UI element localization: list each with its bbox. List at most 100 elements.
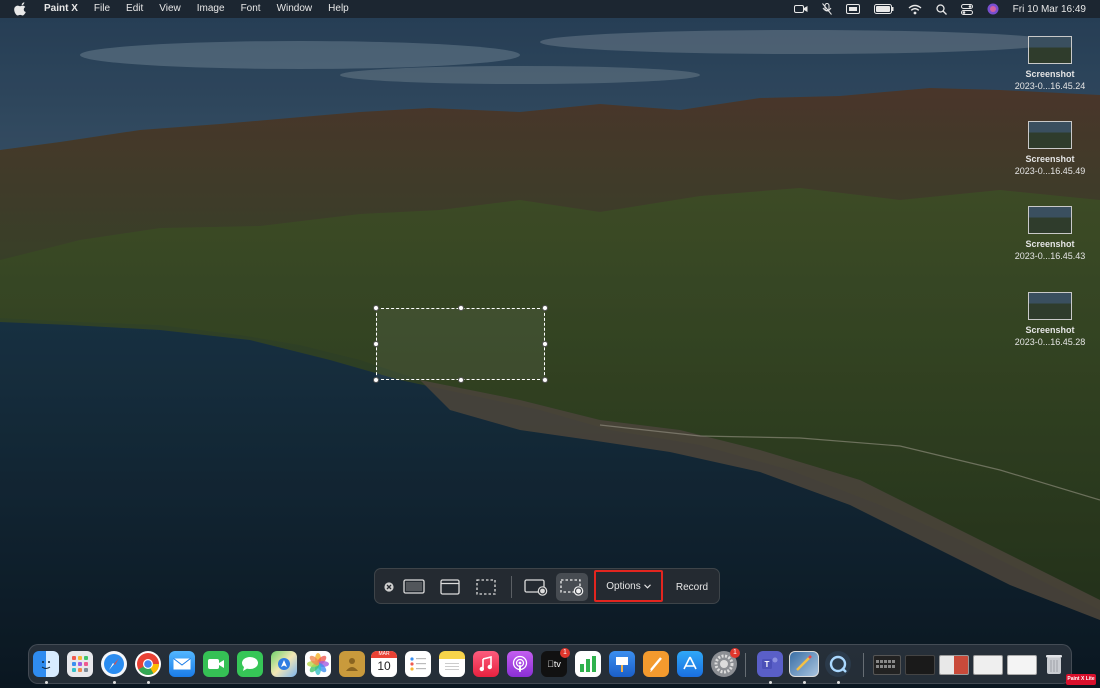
chrome-icon[interactable] <box>135 651 161 677</box>
menu-bar: Paint X File Edit View Image Font Window… <box>0 0 1100 18</box>
pages-icon[interactable] <box>643 651 669 677</box>
resize-handle-bottom-right[interactable] <box>542 377 548 383</box>
screenshot-thumbnail <box>1028 121 1072 149</box>
options-dropdown-button[interactable]: Options <box>594 570 663 602</box>
file-date: 2023-0...16.45.49 <box>1014 166 1086 176</box>
capture-entire-screen-button[interactable] <box>399 573 429 601</box>
menu-font[interactable]: Font <box>233 0 269 18</box>
screen-display-icon[interactable] <box>845 4 860 14</box>
screenshot-thumbnail <box>1028 292 1072 320</box>
menu-view[interactable]: View <box>151 0 189 18</box>
record-entire-screen-button[interactable] <box>521 573 551 601</box>
record-selection-icon <box>560 579 584 596</box>
numbers-icon[interactable] <box>575 651 601 677</box>
control-center-icon[interactable] <box>960 3 973 15</box>
screenshot-thumbnail <box>1028 36 1072 64</box>
screenshot-toolbar: Options Record <box>374 568 720 604</box>
running-indicator <box>45 681 48 684</box>
record-selected-portion-button[interactable] <box>556 573 588 601</box>
quicktime-icon[interactable] <box>825 651 851 677</box>
podcasts-icon[interactable] <box>507 651 533 677</box>
record-button[interactable]: Record <box>667 573 717 601</box>
reminders-icon[interactable] <box>405 651 431 677</box>
file-name: Screenshot <box>1025 325 1075 335</box>
close-toolbar-button[interactable] <box>379 573 399 601</box>
calendar-day: 10 <box>377 659 391 673</box>
photos-icon[interactable] <box>305 651 331 677</box>
capture-window-button[interactable] <box>435 573 465 601</box>
wifi-icon[interactable] <box>908 4 922 15</box>
finder-icon[interactable] <box>33 651 59 677</box>
menu-app-name[interactable]: Paint X <box>38 0 86 18</box>
svg-text:T: T <box>765 660 770 669</box>
facetime-camera-icon[interactable] <box>793 4 808 14</box>
apple-tv-icon[interactable]: tv 1 <box>541 648 570 677</box>
contacts-icon[interactable] <box>339 651 365 677</box>
dock-separator <box>745 653 746 677</box>
notification-badge: 1 <box>560 648 570 658</box>
minimized-window-document[interactable] <box>939 655 969 675</box>
trash-icon[interactable] <box>1041 651 1067 677</box>
record-label: Record <box>675 581 709 593</box>
app-store-icon[interactable] <box>677 651 703 677</box>
running-indicator <box>803 681 806 684</box>
file-date: 2023-0...16.45.28 <box>1014 337 1086 347</box>
mail-icon[interactable] <box>169 651 195 677</box>
menu-edit[interactable]: Edit <box>118 0 151 18</box>
apple-logo-icon[interactable] <box>14 2 28 16</box>
resize-handle-bottom-left[interactable] <box>373 377 379 383</box>
notification-badge: 1 <box>730 648 740 658</box>
music-icon[interactable] <box>473 651 499 677</box>
resize-handle-top-left[interactable] <box>373 305 379 311</box>
spotlight-search-icon[interactable] <box>935 3 947 15</box>
minimized-window-finder[interactable] <box>1007 655 1037 675</box>
minimized-window-keyboard[interactable] <box>873 655 901 675</box>
resize-handle-right[interactable] <box>542 341 548 347</box>
launchpad-icon[interactable] <box>67 651 93 677</box>
window-capture-icon <box>440 579 460 595</box>
resize-handle-bottom[interactable] <box>458 377 464 383</box>
paint-x-lite-watermark: Paint X Lite <box>1066 674 1096 685</box>
paint-x-icon[interactable] <box>789 651 819 677</box>
resize-handle-top-right[interactable] <box>542 305 548 311</box>
notes-icon[interactable] <box>439 651 465 677</box>
screenshot-thumbnail <box>1028 206 1072 234</box>
system-preferences-icon[interactable]: 1 <box>711 648 740 677</box>
file-date: 2023-0...16.45.24 <box>1014 81 1086 91</box>
desktop-file[interactable]: Screenshot 2023-0...16.45.24 <box>1007 36 1093 92</box>
messages-icon[interactable] <box>237 651 263 677</box>
safari-icon[interactable] <box>101 651 127 677</box>
record-screen-icon <box>524 579 548 596</box>
siri-icon[interactable] <box>987 3 999 15</box>
running-indicator <box>113 681 116 684</box>
desktop-file[interactable]: Screenshot 2023-0...16.45.43 <box>1007 206 1093 262</box>
minimized-window-settings[interactable] <box>973 655 1003 675</box>
resize-handle-left[interactable] <box>373 341 379 347</box>
teams-icon[interactable]: T <box>757 651 783 677</box>
file-name: Screenshot <box>1025 239 1075 249</box>
toolbar-divider <box>511 576 512 598</box>
close-icon <box>384 582 394 592</box>
calendar-icon[interactable]: MAR 10 <box>371 651 397 677</box>
file-date: 2023-0...16.45.43 <box>1014 251 1086 261</box>
menu-bar-clock[interactable]: Fri 10 Mar 16:49 <box>1013 4 1086 15</box>
entire-screen-icon <box>403 579 425 594</box>
capture-selection-area[interactable] <box>373 305 548 383</box>
desktop-file[interactable]: Screenshot 2023-0...16.45.49 <box>1007 121 1093 177</box>
microphone-muted-icon[interactable] <box>821 3 832 15</box>
calendar-month: MAR <box>371 651 397 658</box>
running-indicator <box>837 681 840 684</box>
menu-window[interactable]: Window <box>269 0 321 18</box>
menu-help[interactable]: Help <box>320 0 357 18</box>
menu-image[interactable]: Image <box>189 0 233 18</box>
capture-selected-portion-button[interactable] <box>471 573 501 601</box>
facetime-icon[interactable] <box>203 651 229 677</box>
menu-file[interactable]: File <box>86 0 118 18</box>
file-name: Screenshot <box>1025 154 1075 164</box>
desktop-file[interactable]: Screenshot 2023-0...16.45.28 <box>1007 292 1093 348</box>
minimized-window-dark[interactable] <box>905 655 935 675</box>
keynote-icon[interactable] <box>609 651 635 677</box>
battery-icon[interactable] <box>873 4 894 14</box>
resize-handle-top[interactable] <box>458 305 464 311</box>
maps-icon[interactable] <box>271 651 297 677</box>
